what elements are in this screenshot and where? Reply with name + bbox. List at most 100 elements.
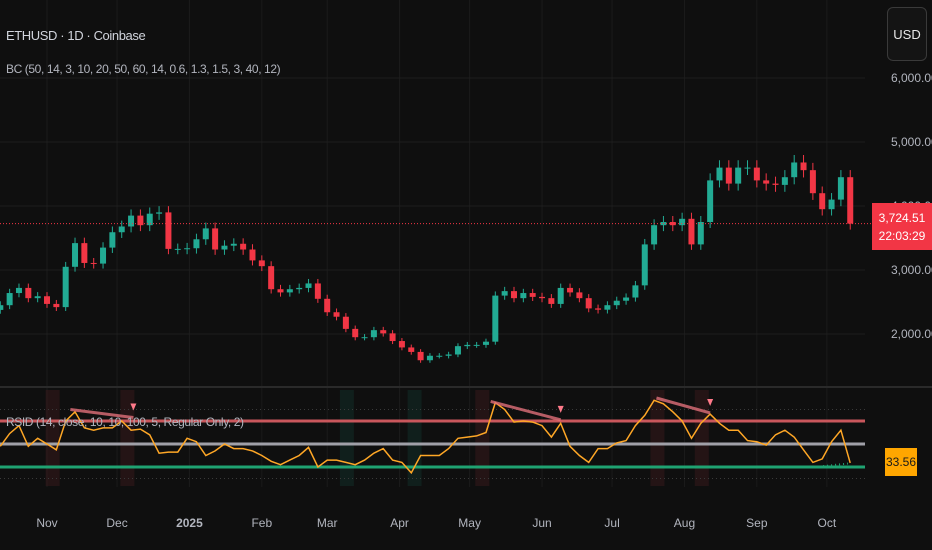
- candle-body: [333, 312, 340, 317]
- candle-body: [464, 344, 471, 347]
- time-label: Sep: [746, 516, 768, 530]
- time-label: Jul: [604, 516, 619, 530]
- bearish-divergence-line: [490, 399, 562, 422]
- candle-body: [567, 287, 574, 293]
- candle-body: [230, 243, 237, 246]
- candle-body: [436, 355, 443, 357]
- candle-body: [389, 333, 396, 342]
- candle-body: [539, 296, 546, 299]
- candle-body: [286, 289, 293, 293]
- candle-body: [763, 180, 770, 184]
- candle-body: [6, 293, 13, 306]
- price-tick-label: 2,000.00: [891, 327, 932, 341]
- candle-body: [314, 283, 321, 299]
- candle-body: [184, 248, 191, 250]
- time-label: Nov: [36, 516, 57, 530]
- time-label: Apr: [390, 516, 409, 530]
- candle-body: [361, 337, 368, 339]
- signal-band: [650, 390, 665, 486]
- symbol-title[interactable]: ETHUSD · 1D · Coinbase: [6, 28, 146, 43]
- time-label: Dec: [106, 516, 127, 530]
- candle-body: [781, 177, 788, 185]
- candle-body: [791, 162, 798, 178]
- candle-body: [15, 287, 22, 294]
- candle-body: [520, 293, 527, 299]
- candle-body: [417, 351, 424, 361]
- candle-body: [156, 212, 163, 214]
- candle-body: [202, 228, 209, 240]
- candle-body: [688, 218, 695, 245]
- candle-body: [492, 295, 499, 342]
- signal-band: [694, 390, 709, 486]
- candle-body: [296, 287, 303, 290]
- candle-body: [34, 296, 41, 299]
- candle-body: [380, 330, 387, 334]
- candle-body: [744, 167, 751, 169]
- candle-body: [398, 341, 405, 348]
- candle-body: [707, 180, 714, 222]
- candle-body: [595, 308, 602, 310]
- bearish-divergence-marker: [557, 405, 564, 413]
- time-label: Oct: [818, 516, 837, 530]
- candle-body: [81, 243, 88, 263]
- candle-body: [118, 226, 125, 233]
- candle-body: [837, 177, 844, 200]
- last-price-tag: 3,724.51 22:03:29: [872, 203, 932, 250]
- time-label: Jun: [532, 516, 551, 530]
- time-label: 2025: [176, 516, 203, 530]
- time-label: May: [458, 516, 481, 530]
- candle-body: [445, 354, 452, 356]
- candle-body: [576, 292, 583, 299]
- candle-body: [258, 260, 265, 267]
- candle-body: [454, 346, 461, 355]
- candle-body: [679, 218, 686, 226]
- time-label: Feb: [251, 516, 272, 530]
- candle-body: [90, 262, 97, 264]
- currency-button[interactable]: USD: [887, 7, 927, 61]
- candle-body: [370, 330, 377, 338]
- rsi-value-tag: 33.56: [885, 448, 917, 476]
- candles: [0, 154, 854, 363]
- candle-body: [174, 248, 181, 250]
- bar-countdown: 22:03:29: [878, 228, 926, 243]
- chart-canvas[interactable]: 2,000.003,000.004,000.005,000.006,000.00…: [0, 0, 932, 550]
- candle-body: [25, 287, 32, 299]
- candle-body: [585, 298, 592, 309]
- candle-body: [44, 296, 50, 304]
- candle-body: [697, 222, 704, 245]
- signal-band: [475, 390, 490, 486]
- candle-body: [641, 244, 648, 286]
- candle-body: [128, 215, 135, 227]
- signal-band: [339, 390, 354, 486]
- candle-body: [324, 298, 331, 313]
- time-axis[interactable]: Nov Dec 2025 Feb Mar Apr May Jun Jul Aug Sep Oct: [36, 516, 837, 530]
- candle-body: [725, 167, 732, 184]
- candle-body: [240, 243, 247, 250]
- candle-body: [426, 355, 433, 361]
- candle-body: [623, 297, 630, 301]
- candle-body: [613, 300, 620, 306]
- candle-body: [0, 305, 4, 310]
- candle-body: [716, 167, 723, 181]
- candle-body: [847, 177, 854, 224]
- candle-body: [473, 344, 480, 346]
- candle-body: [501, 291, 508, 296]
- divergence-lines: [70, 396, 849, 468]
- candle-body: [277, 289, 284, 293]
- candle-body: [800, 162, 807, 171]
- indicator-legend-rsid[interactable]: RSID (14, close, 10, 10, 100, 5, Regular…: [6, 415, 244, 429]
- candle-body: [72, 243, 79, 267]
- candle-body: [632, 285, 639, 298]
- candle-body: [511, 291, 517, 299]
- candle-body: [557, 287, 564, 304]
- candle-body: [735, 167, 742, 184]
- indicator-legend-bc[interactable]: BC (50, 14, 3, 10, 20, 50, 60, 14, 0.6, …: [6, 62, 281, 76]
- candle-body: [828, 199, 835, 210]
- candle-body: [548, 298, 555, 304]
- candle-body: [62, 266, 69, 308]
- candle-body: [772, 183, 779, 185]
- candle-body: [193, 239, 200, 249]
- candle-body: [819, 193, 826, 210]
- candle-body: [221, 245, 228, 250]
- candle-body: [809, 170, 816, 194]
